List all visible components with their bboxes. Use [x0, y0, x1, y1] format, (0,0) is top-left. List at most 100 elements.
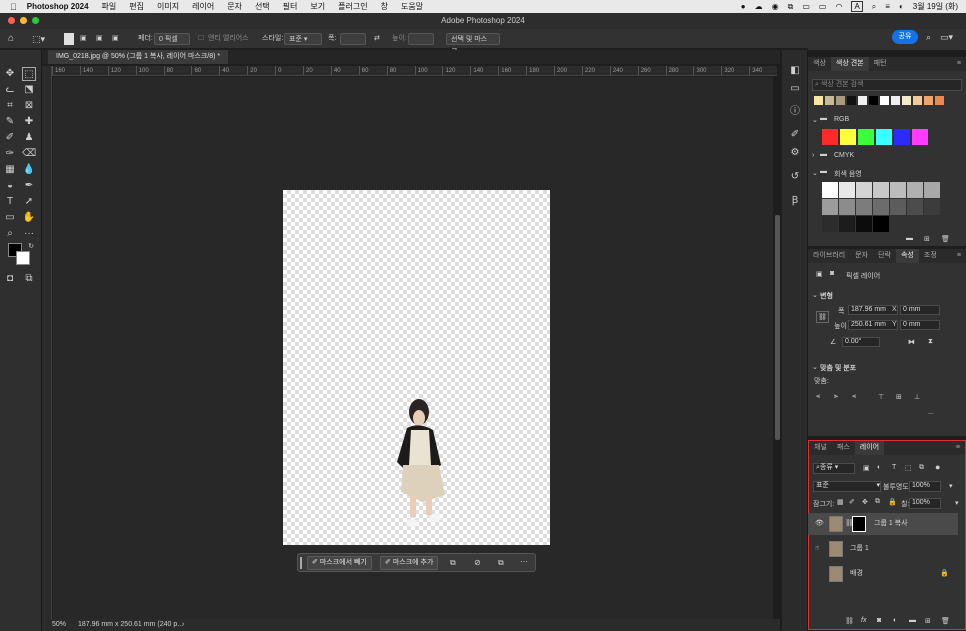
layer-name[interactable]: 배경: [850, 563, 863, 585]
filter-toggle-icon[interactable]: ●: [935, 462, 940, 472]
gray-color-swatch[interactable]: [839, 216, 855, 232]
tab-channels[interactable]: 채널: [809, 441, 832, 455]
layer-row[interactable]: ☝ 그룹 1: [808, 538, 958, 560]
recent-color-swatch[interactable]: [891, 96, 900, 105]
gray-color-swatch[interactable]: [822, 199, 838, 215]
info-icon[interactable]: ⓘ: [788, 105, 802, 119]
apple-icon[interactable]: : [10, 2, 17, 12]
search-icon[interactable]: ⌕: [926, 32, 931, 43]
gray-color-swatch[interactable]: [907, 199, 923, 215]
menu-window[interactable]: 창: [381, 1, 388, 12]
swap-dimensions-icon[interactable]: ⇄: [374, 33, 380, 45]
flip-vertical-icon[interactable]: ⧗: [928, 338, 933, 346]
lock-transparent-icon[interactable]: ▦: [837, 498, 844, 506]
flip-horizontal-icon[interactable]: ⧓: [908, 338, 915, 346]
layer-name[interactable]: 그룹 1: [850, 538, 869, 560]
delete-swatch-icon[interactable]: 🗑: [941, 235, 950, 243]
lock-image-icon[interactable]: ✐: [849, 498, 855, 506]
wifi-icon[interactable]: ◠: [835, 2, 842, 11]
dodge-tool-icon[interactable]: ◒: [3, 179, 17, 193]
layer-name[interactable]: 그룹 1 복사: [874, 513, 908, 535]
intersect-selection-icon[interactable]: ▣: [112, 33, 119, 45]
mask-options-icon[interactable]: ⧉: [450, 558, 456, 568]
chevron-down-icon[interactable]: ▾: [955, 499, 959, 507]
crop-tool-icon[interactable]: ⌗: [3, 99, 17, 113]
brush-settings-icon[interactable]: ✐: [788, 128, 802, 142]
filter-shape-icon[interactable]: ⬚: [905, 464, 912, 472]
tab-paths[interactable]: 패스: [832, 441, 855, 455]
chevron-down-icon[interactable]: ⌄: [812, 169, 818, 177]
width-field[interactable]: 187.96 mm: [848, 305, 898, 315]
panel-menu-icon[interactable]: ≡: [951, 441, 965, 455]
height-field[interactable]: 250.61 mm: [848, 320, 898, 330]
more-align-button[interactable]: ...: [928, 409, 934, 416]
marquee-tool-icon[interactable]: ⬚: [22, 67, 36, 81]
siri-icon[interactable]: ◐: [899, 2, 904, 11]
layer-row[interactable]: 👁 ⛓ 그룹 1 복사: [808, 513, 958, 535]
tab-paragraph[interactable]: 단락: [873, 249, 896, 263]
subtract-from-mask-button[interactable]: ✐ 마스크에서 빼기: [307, 556, 372, 570]
chevron-down-icon[interactable]: ⌄: [812, 116, 818, 124]
chevron-down-icon[interactable]: ▾: [949, 482, 953, 490]
lasso-tool-icon[interactable]: ᓚ: [3, 83, 17, 97]
rgb-color-swatch[interactable]: [840, 129, 856, 145]
menu-edit[interactable]: 편집: [129, 1, 144, 12]
blur-tool-icon[interactable]: 💧: [22, 163, 36, 177]
add-selection-icon[interactable]: ▣: [80, 33, 87, 45]
eye-icon[interactable]: 👁: [815, 513, 824, 535]
document-canvas[interactable]: [283, 190, 550, 545]
layer-filter-select[interactable]: ⌕종류 ▾: [813, 463, 855, 474]
swap-colors-icon[interactable]: ↻: [24, 240, 38, 254]
screen-mode-icon[interactable]: ⧉: [22, 272, 36, 286]
input-source-icon[interactable]: A: [851, 1, 863, 12]
gradient-tool-icon[interactable]: ▦: [3, 163, 17, 177]
cmyk-group-label[interactable]: CMYK: [834, 152, 854, 159]
minimize-window-button[interactable]: [20, 17, 27, 24]
gray-color-swatch[interactable]: [873, 216, 889, 232]
angle-field[interactable]: 0.00°: [842, 337, 880, 347]
rgb-color-swatch[interactable]: [912, 129, 928, 145]
grayscale-group-label[interactable]: 회색 음영: [834, 169, 862, 179]
brush-tool-icon[interactable]: ✐: [3, 131, 17, 145]
panel-menu-icon[interactable]: ≡: [952, 57, 966, 71]
height-input[interactable]: [408, 33, 434, 45]
recent-color-swatch[interactable]: [814, 96, 823, 105]
fill-field[interactable]: 100%: [909, 498, 941, 509]
delete-layer-icon[interactable]: 🗑: [941, 617, 950, 625]
more-tools-icon[interactable]: ···: [22, 227, 36, 241]
add-to-mask-button[interactable]: ✐ 마스크에 추가: [380, 556, 439, 570]
recent-color-swatch[interactable]: [869, 96, 878, 105]
tab-libraries[interactable]: 라이브러리: [808, 249, 850, 263]
new-selection-icon[interactable]: [64, 33, 74, 45]
rgb-color-swatch[interactable]: [858, 129, 874, 145]
lock-all-icon[interactable]: 🔒: [888, 498, 897, 506]
antialias-checkbox[interactable]: ☐: [198, 33, 204, 45]
tool-presets-icon[interactable]: ⚙: [788, 146, 802, 160]
spotlight-icon[interactable]: ⌕: [872, 2, 876, 12]
document-tab[interactable]: IMG_0218.jpg @ 50% (그룹 1 복사, 레이어 마스크/8) …: [48, 50, 229, 64]
gray-color-swatch[interactable]: [873, 182, 889, 198]
gray-color-swatch[interactable]: [839, 199, 855, 215]
menu-app-name[interactable]: Photoshop 2024: [27, 2, 89, 11]
record-icon[interactable]: ●: [741, 2, 746, 11]
comments-icon[interactable]: ▭: [788, 82, 802, 96]
align-middle-v-icon[interactable]: ⊞: [896, 393, 902, 401]
layer-mask-thumbnail[interactable]: [852, 516, 866, 532]
gray-color-swatch[interactable]: [924, 182, 940, 198]
share-button[interactable]: 공유: [892, 30, 918, 44]
new-group-icon[interactable]: ▬: [906, 235, 913, 242]
gray-color-swatch[interactable]: [822, 216, 838, 232]
document-info[interactable]: 187.96 mm x 250.61 mm (240 p...: [78, 619, 183, 631]
lock-artboard-icon[interactable]: ⧉: [875, 498, 880, 506]
menu-help[interactable]: 도움말: [401, 1, 423, 12]
tab-character[interactable]: 문자: [850, 249, 873, 263]
tab-layers[interactable]: 레이어: [854, 441, 885, 455]
gray-color-swatch[interactable]: [873, 199, 889, 215]
pen-tool-icon[interactable]: ✒: [22, 179, 36, 193]
stamp-tool-icon[interactable]: ♟: [22, 131, 36, 145]
glyphs-icon[interactable]: Ꞵ: [788, 194, 802, 208]
screen-mirror-icon[interactable]: ⧉: [788, 2, 794, 12]
align-bottom-icon[interactable]: ⊥: [914, 393, 920, 401]
zoom-tool-icon[interactable]: ⌕: [3, 227, 17, 241]
eyedropper-tool-icon[interactable]: ✎: [3, 115, 17, 129]
